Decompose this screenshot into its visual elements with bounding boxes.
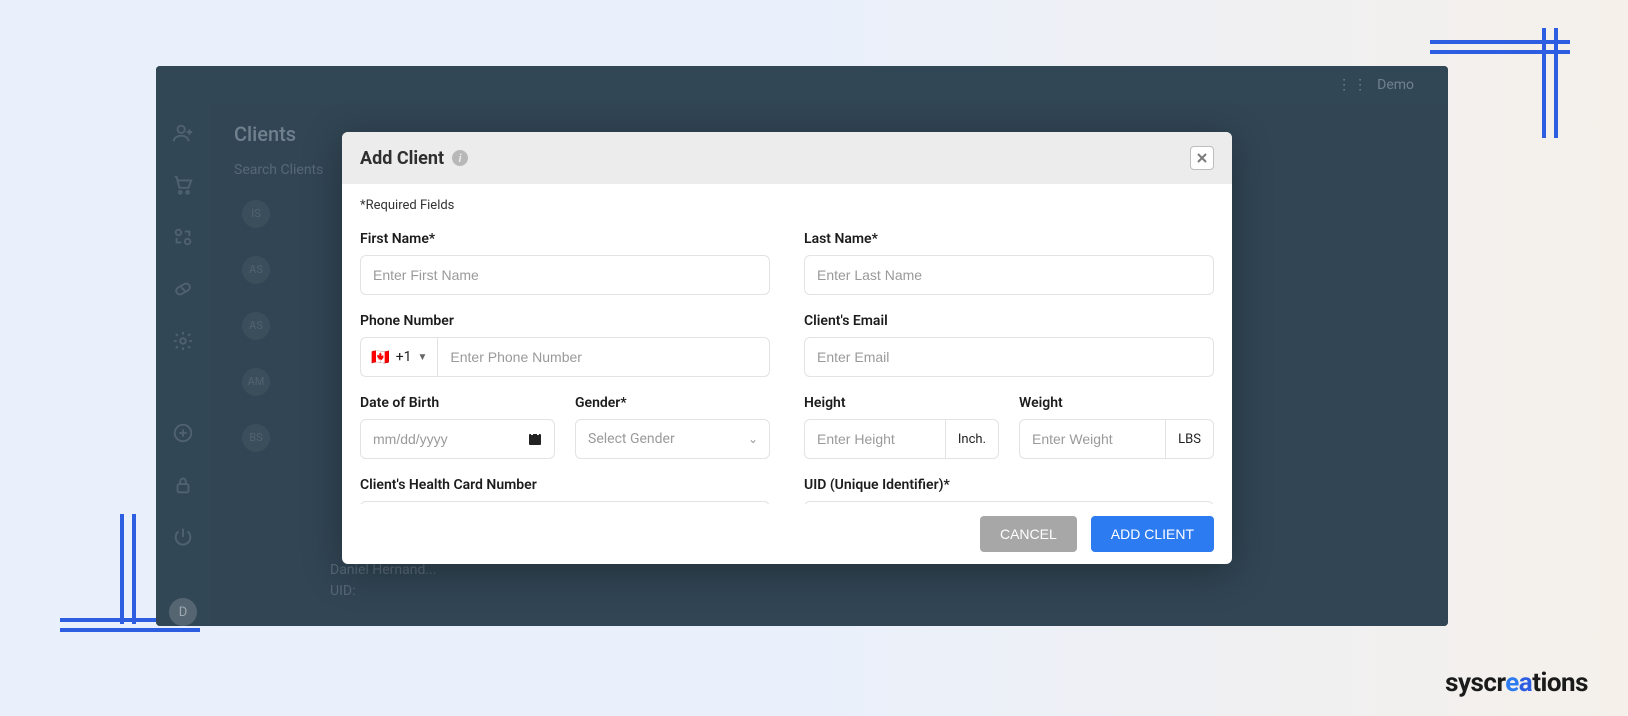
- height-unit: Inch.: [945, 419, 999, 459]
- add-client-button[interactable]: ADD CLIENT: [1091, 516, 1214, 552]
- close-icon: [1196, 152, 1208, 164]
- required-note: *Required Fields: [360, 198, 1214, 213]
- close-button[interactable]: [1190, 146, 1214, 170]
- email-label: Client's Email: [804, 313, 1214, 329]
- weight-label: Weight: [1019, 395, 1214, 411]
- dob-input[interactable]: [360, 419, 555, 459]
- health-card-input[interactable]: [360, 501, 770, 504]
- first-name-input[interactable]: [360, 255, 770, 295]
- gender-label: Gender*: [575, 395, 770, 411]
- first-name-label: First Name*: [360, 231, 770, 247]
- weight-input[interactable]: [1019, 419, 1165, 459]
- phone-label: Phone Number: [360, 313, 770, 329]
- flag-icon: 🇨🇦: [371, 348, 390, 366]
- gender-select[interactable]: Select Gender ⌄: [575, 419, 770, 459]
- dob-label: Date of Birth: [360, 395, 555, 411]
- health-card-label: Client's Health Card Number: [360, 477, 770, 493]
- app-window: ⋮⋮ Demo D Clients Search Clients IS AS A…: [156, 66, 1448, 626]
- last-name-label: Last Name*: [804, 231, 1214, 247]
- caret-down-icon: ▼: [418, 352, 428, 363]
- last-name-input[interactable]: [804, 255, 1214, 295]
- decoration-corner-tr: [1430, 28, 1580, 148]
- uid-label: UID (Unique Identifier)*: [804, 477, 1214, 493]
- height-input[interactable]: [804, 419, 945, 459]
- country-code-select[interactable]: 🇨🇦 +1 ▼: [360, 337, 437, 377]
- phone-input[interactable]: [437, 337, 770, 377]
- weight-unit: LBS: [1165, 419, 1214, 459]
- modal-title: Add Client i: [360, 148, 468, 169]
- info-icon[interactable]: i: [452, 150, 468, 166]
- height-label: Height: [804, 395, 999, 411]
- add-client-modal: Add Client i *Required Fields First Name…: [342, 132, 1232, 564]
- email-input[interactable]: [804, 337, 1214, 377]
- brand-logo: syscreations: [1445, 668, 1588, 698]
- cancel-button[interactable]: CANCEL: [980, 516, 1077, 552]
- uid-input[interactable]: [804, 501, 1214, 504]
